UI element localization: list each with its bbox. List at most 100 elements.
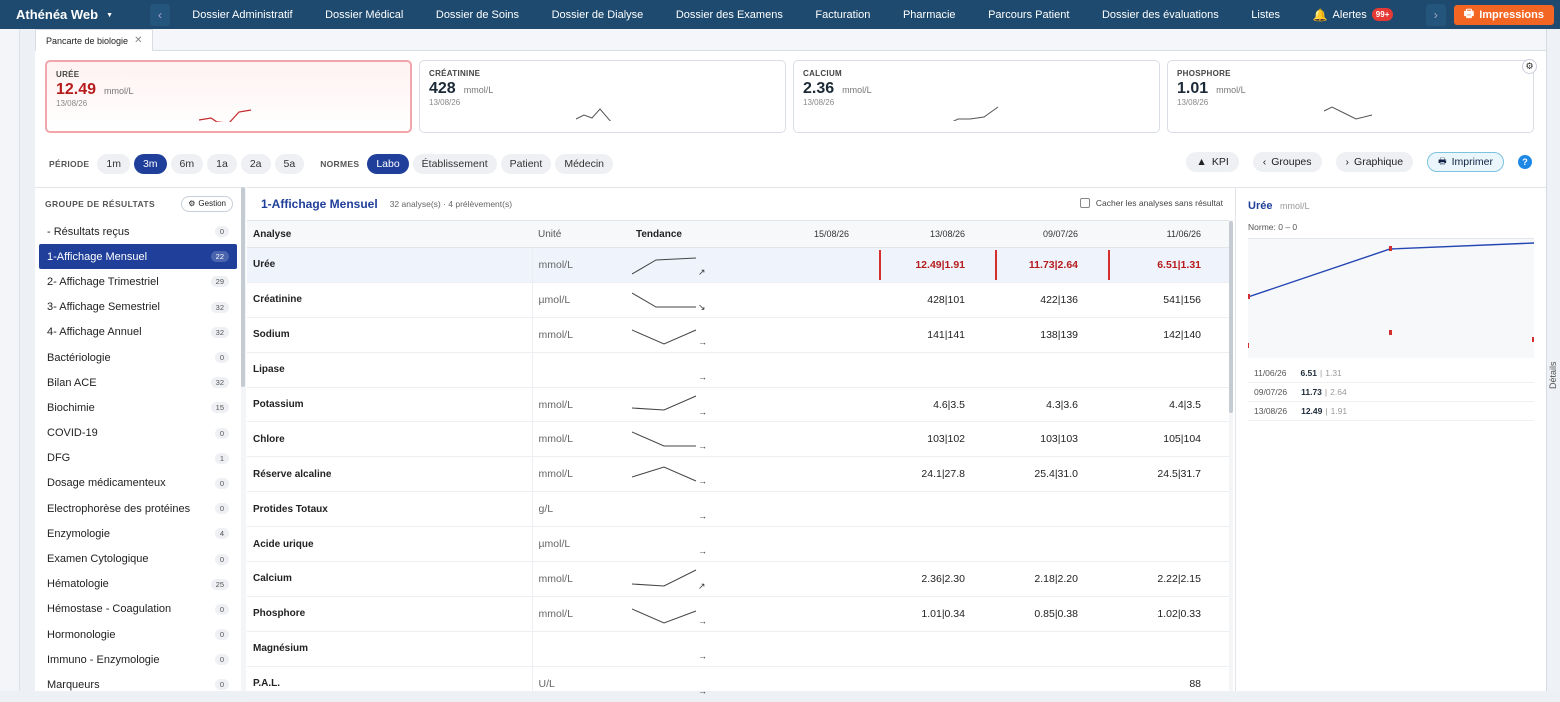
table-row[interactable]: Urée mmol/L ↗ 12.49|1.91 11.73|2.64 6.51|1.31: [247, 247, 1231, 283]
value-cell[interactable]: 541|156: [1108, 282, 1231, 318]
help-icon[interactable]: ?: [1518, 155, 1532, 169]
col-date[interactable]: 15/08/26: [742, 220, 879, 248]
sidebar-item[interactable]: Dosage médicamenteux 0: [39, 471, 237, 496]
sidebar-item[interactable]: Hormonologie 0: [39, 622, 237, 647]
sidebar-item[interactable]: 4- Affichage Annuel 32: [39, 320, 237, 345]
alerts-button[interactable]: 🔔 Alertes 99+: [1313, 8, 1394, 22]
nav-item-dossier-medical[interactable]: Dossier Médical: [325, 9, 403, 21]
value-cell[interactable]: [742, 456, 879, 493]
nav-item-parcours-patient[interactable]: Parcours Patient: [988, 9, 1069, 21]
sidebar-item[interactable]: Hémostase - Coagulation 0: [39, 597, 237, 622]
value-cell[interactable]: [742, 282, 879, 318]
value-cell[interactable]: 6.51|1.31: [1108, 247, 1231, 283]
table-row[interactable]: P.A.L. U/L → 88: [247, 666, 1231, 702]
nav-item-listes[interactable]: Listes: [1251, 9, 1280, 21]
sidebar-item[interactable]: Examen Cytologique 0: [39, 546, 237, 571]
value-cell[interactable]: [742, 631, 879, 667]
value-cell[interactable]: [879, 491, 995, 528]
gestion-button[interactable]: ⚙ Gestion: [181, 195, 233, 212]
table-row[interactable]: Magnésium →: [247, 631, 1231, 667]
nav-item-dossier-examens[interactable]: Dossier des Examens: [676, 9, 783, 21]
nav-prev-arrow-icon[interactable]: ‹: [150, 3, 170, 26]
table-row[interactable]: Protides Totaux g/L →: [247, 491, 1231, 528]
value-cell[interactable]: [879, 631, 995, 667]
value-cell[interactable]: 4.4|3.5: [1108, 387, 1231, 423]
value-cell[interactable]: 422|136: [995, 282, 1108, 318]
value-cell[interactable]: [742, 421, 879, 458]
value-cell[interactable]: [742, 596, 879, 632]
table-row[interactable]: Lipase →: [247, 352, 1231, 388]
value-cell[interactable]: [1108, 526, 1231, 563]
table-row[interactable]: Calcium mmol/L ↗ 2.36|2.30 2.18|2.20 2.22|2.1…: [247, 561, 1231, 597]
value-cell[interactable]: 88: [1108, 666, 1231, 702]
close-icon[interactable]: ✕: [134, 35, 142, 46]
sidebar-item[interactable]: Bilan ACE 32: [39, 370, 237, 395]
value-cell[interactable]: 24.1|27.8: [879, 456, 995, 493]
nav-item-dossier-evaluations[interactable]: Dossier des évaluations: [1102, 9, 1219, 21]
value-cell[interactable]: [995, 352, 1108, 388]
table-row[interactable]: Potassium mmol/L → 4.6|3.5 4.3|3.6 4.4|3.5: [247, 387, 1231, 423]
value-cell[interactable]: 4.3|3.6: [995, 387, 1108, 423]
sidebar-item[interactable]: 1-Affichage Mensuel 22: [39, 244, 237, 270]
sidebar-item[interactable]: Enzymologie 4: [39, 521, 237, 546]
col-date[interactable]: 11/06/26: [1108, 220, 1231, 248]
kpi-card-creatinine[interactable]: CRÉATININE 428 mmol/L 13/08/26: [419, 60, 786, 133]
period-3m[interactable]: 3m: [133, 154, 167, 174]
value-cell[interactable]: [1108, 491, 1231, 528]
value-cell[interactable]: [879, 526, 995, 563]
nav-item-dossier-soins[interactable]: Dossier de Soins: [436, 9, 519, 21]
sidebar-item[interactable]: Bactériologie 0: [39, 345, 237, 370]
value-cell[interactable]: 1.02|0.33: [1108, 596, 1231, 632]
value-cell[interactable]: 103|102: [879, 421, 995, 458]
period-1m[interactable]: 1m: [97, 154, 130, 174]
value-cell[interactable]: 4.6|3.5: [879, 387, 995, 423]
normes-medecin[interactable]: Médecin: [555, 154, 614, 174]
value-cell[interactable]: 141|141: [879, 317, 995, 353]
left-collapsed-panel[interactable]: [0, 29, 20, 691]
value-cell[interactable]: [1108, 352, 1231, 388]
col-date[interactable]: 13/08/26: [879, 220, 995, 248]
value-cell[interactable]: 103|103: [995, 421, 1108, 458]
value-cell[interactable]: 1.01|0.34: [879, 596, 995, 632]
tab-pancarte-biologie[interactable]: Pancarte de biologie ✕: [35, 29, 154, 51]
kpi-card-uree[interactable]: URÉE 12.49 mmol/L 13/08/26: [45, 60, 412, 133]
hide-empty-checkbox[interactable]: [1079, 198, 1090, 208]
value-cell[interactable]: 11.73|2.64: [995, 247, 1108, 283]
period-5a[interactable]: 5a: [274, 154, 305, 174]
nav-item-dossier-administratif[interactable]: Dossier Administratif: [192, 9, 292, 21]
value-cell[interactable]: 2.22|2.15: [1108, 561, 1231, 597]
impressions-button[interactable]: 🖶 Impressions: [1453, 4, 1554, 25]
value-cell[interactable]: [995, 666, 1108, 702]
value-cell[interactable]: 105|104: [1108, 421, 1231, 458]
kpi-card-phosphore[interactable]: PHOSPHORE 1.01 mmol/L 13/08/26: [1167, 60, 1534, 133]
nav-item-facturation[interactable]: Facturation: [815, 9, 870, 21]
value-cell[interactable]: 2.18|2.20: [995, 561, 1108, 597]
value-cell[interactable]: [1108, 631, 1231, 667]
table-row[interactable]: Créatinine µmol/L ↘ 428|101 422|136 541|156: [247, 282, 1231, 318]
value-cell[interactable]: [879, 352, 995, 388]
value-cell[interactable]: 142|140: [1108, 317, 1231, 353]
nav-item-dossier-dialyse[interactable]: Dossier de Dialyse: [552, 9, 644, 21]
table-row[interactable]: Chlore mmol/L → 103|102 103|103 105|104: [247, 421, 1231, 458]
value-cell[interactable]: 0.85|0.38: [995, 596, 1108, 632]
table-row[interactable]: Sodium mmol/L → 141|141 138|139 142|140: [247, 317, 1231, 353]
sidebar-item[interactable]: Electrophorèse des protéines 0: [39, 496, 237, 521]
app-brand[interactable]: Athénéa Web ▼: [0, 7, 150, 22]
value-cell[interactable]: [995, 526, 1108, 563]
sidebar-item[interactable]: Marqueurs 0: [39, 672, 237, 697]
col-date[interactable]: 09/07/26: [995, 220, 1108, 248]
table-row[interactable]: Phosphore mmol/L → 1.01|0.34 0.85|0.38 1.02|0…: [247, 596, 1231, 632]
value-cell[interactable]: 12.49|1.91: [879, 247, 995, 283]
hide-empty-toggle[interactable]: Cacher les analyses sans résultat: [1079, 198, 1223, 208]
nav-item-pharmacie[interactable]: Pharmacie: [903, 9, 956, 21]
normes-patient[interactable]: Patient: [500, 154, 552, 174]
table-scrollbar[interactable]: [1229, 220, 1233, 691]
kpi-toggle-button[interactable]: ▲ KPI: [1186, 152, 1239, 172]
value-cell[interactable]: 2.36|2.30: [879, 561, 995, 597]
scrollbar-thumb[interactable]: [1229, 221, 1233, 413]
value-cell[interactable]: [742, 491, 879, 528]
sidebar-item[interactable]: - Résultats reçus 0: [39, 219, 237, 244]
value-cell[interactable]: [742, 526, 879, 563]
sidebar-item[interactable]: DFG 1: [39, 446, 237, 471]
sidebar-scrollbar[interactable]: [241, 187, 246, 691]
